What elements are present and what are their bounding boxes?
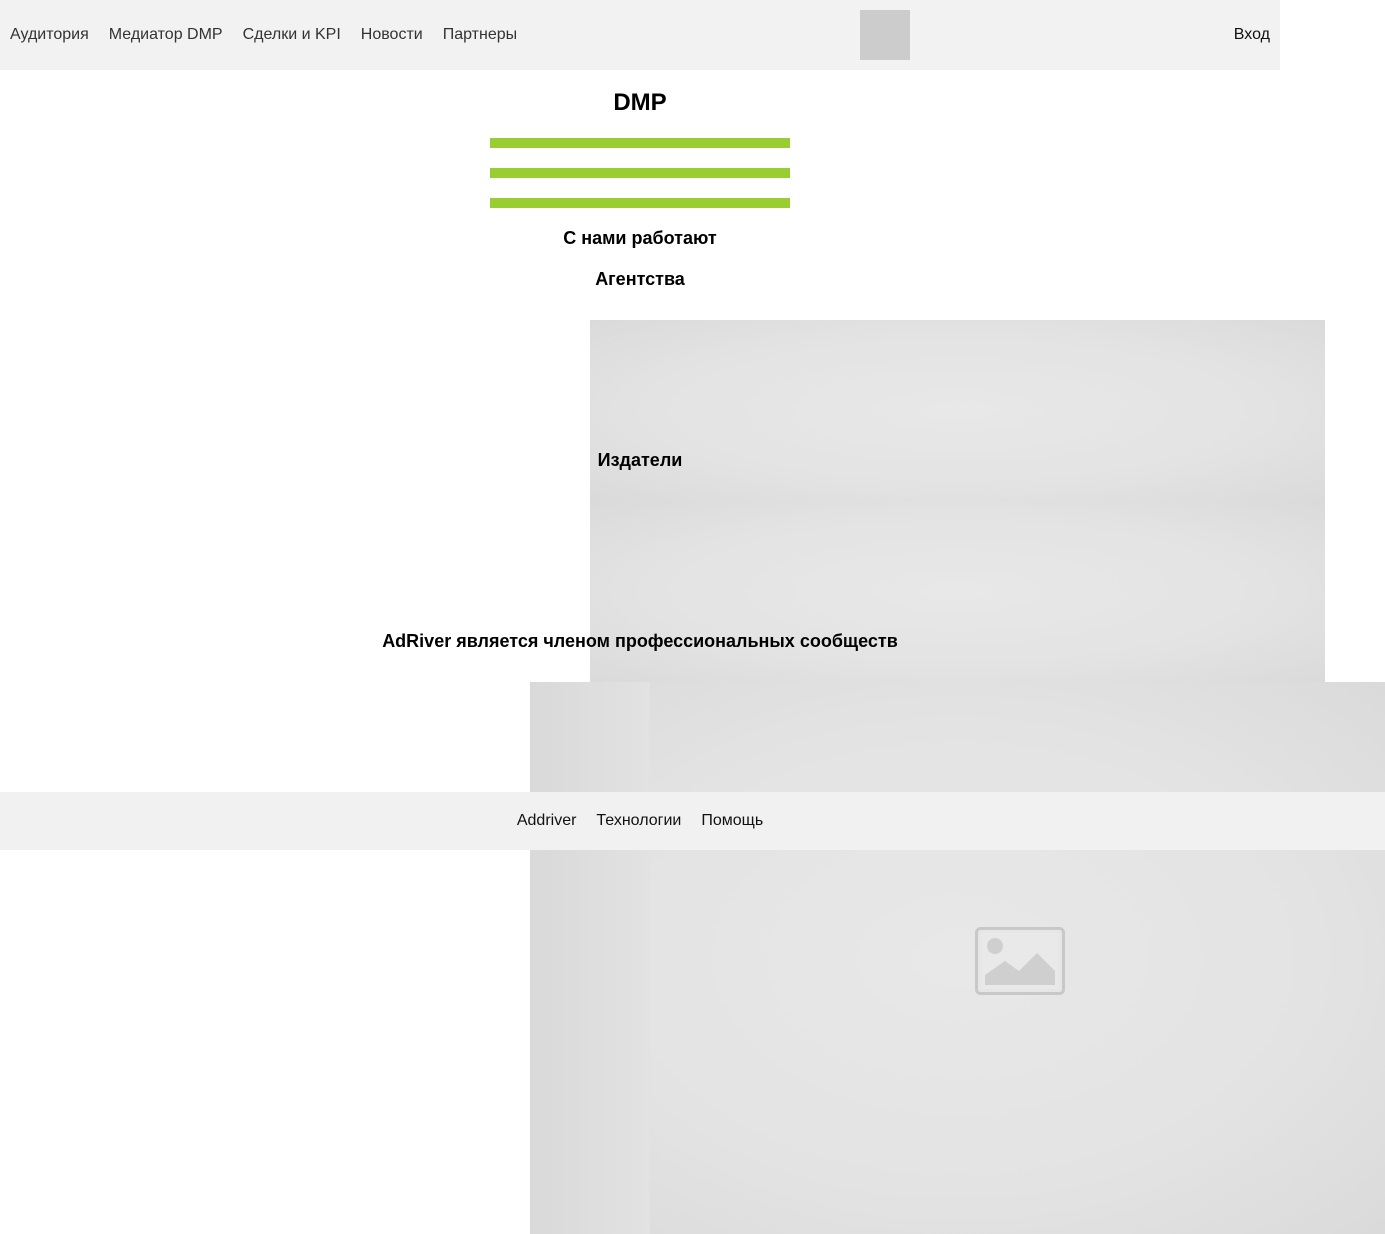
accent-bar [490,138,790,148]
main-nav: Аудитория Медиатор DMP Сделки и KPI Ново… [10,0,517,70]
agencies-logos-placeholder [590,320,1325,501]
page-title: DMP [613,89,667,116]
logo-placeholder[interactable] [860,10,910,60]
footer-link-technologies[interactable]: Технологии [596,812,681,830]
accent-bar [490,198,790,208]
communities-heading: AdRiver является членом профессиональных… [382,631,898,651]
publishers-heading: Издатели [597,450,683,470]
footer-link-help[interactable]: Помощь [701,812,763,830]
page: Аудитория Медиатор DMP Сделки и KPI Ново… [0,0,1385,1234]
login-link[interactable]: Вход [1234,0,1270,70]
publishers-logos-placeholder [590,501,1325,682]
top-navigation-bar: Аудитория Медиатор DMP Сделки и KPI Ново… [0,0,1280,70]
accent-bar [490,168,790,178]
works-with-heading: С нами работают [563,228,717,248]
image-placeholder-icon [975,927,1065,995]
nav-item-news[interactable]: Новости [361,26,423,44]
nav-item-mediator-dmp[interactable]: Медиатор DMP [109,26,223,44]
image-placeholder-edge [530,682,650,1234]
footer-link-addriver[interactable]: Addriver [517,812,577,830]
communities-image-placeholder [530,682,1385,1234]
nav-item-partners[interactable]: Партнеры [443,26,517,44]
footer-nav: Addriver Технологии Помощь [0,792,1280,850]
agencies-heading: Агентства [595,269,685,289]
nav-item-deals-kpi[interactable]: Сделки и KPI [243,26,341,44]
nav-item-audience[interactable]: Аудитория [10,26,89,44]
